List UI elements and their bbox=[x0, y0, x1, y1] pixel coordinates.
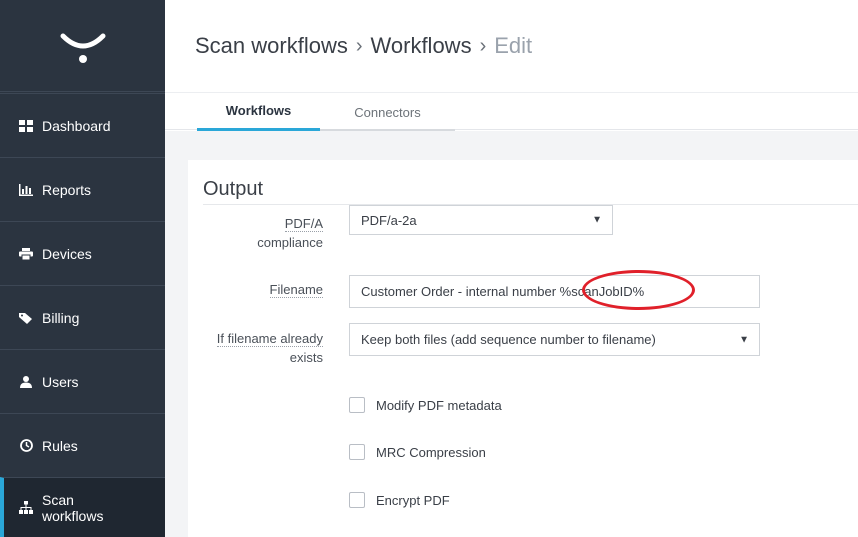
sidebar-item-label-line2: workflows bbox=[42, 507, 104, 524]
clock-icon bbox=[18, 438, 34, 454]
exists-label-line2: exists bbox=[289, 350, 323, 365]
checkbox-label: Encrypt PDF bbox=[376, 492, 450, 508]
tab-workflows[interactable]: Workflows bbox=[197, 93, 320, 131]
pdfa-label-line2: compliance bbox=[257, 235, 323, 250]
pdfa-label: PDF/A compliance bbox=[210, 214, 323, 252]
section-title: Output bbox=[203, 178, 264, 200]
checkbox-label: MRC Compression bbox=[376, 444, 486, 460]
sidebar-item-devices[interactable]: Devices bbox=[0, 221, 165, 285]
caret-down-icon: ▼ bbox=[739, 334, 749, 345]
sidebar-item-label: Devices bbox=[42, 245, 92, 262]
breadcrumb-separator: › bbox=[479, 34, 487, 57]
mrc-compression-checkbox[interactable] bbox=[349, 444, 365, 460]
modify-metadata-option[interactable]: Modify PDF metadata bbox=[349, 397, 502, 413]
breadcrumb: Scan workflows › Workflows › Edit bbox=[165, 0, 858, 92]
breadcrumb-separator: › bbox=[355, 34, 363, 57]
checkbox-label: Modify PDF metadata bbox=[376, 397, 502, 413]
user-icon bbox=[18, 374, 34, 390]
filename-label-text: Filename bbox=[269, 282, 323, 298]
breadcrumb-scan-workflows[interactable]: Scan workflows bbox=[195, 33, 348, 59]
exists-select-value: Keep both files (add sequence number to … bbox=[361, 332, 656, 347]
tab-connectors[interactable]: Connectors bbox=[320, 93, 455, 131]
breadcrumb-edit: Edit bbox=[494, 33, 533, 58]
sidebar-item-label: Reports bbox=[42, 181, 92, 198]
sidebar-item-label-line1: Scan bbox=[42, 491, 74, 508]
bar-chart-icon bbox=[18, 182, 34, 198]
logo[interactable] bbox=[0, 0, 165, 92]
filename-label: Filename bbox=[210, 280, 323, 299]
sidebar-item-rules[interactable]: Rules bbox=[0, 413, 165, 477]
tag-icon bbox=[18, 310, 34, 326]
tab-bar: Workflows Connectors bbox=[165, 92, 858, 131]
breadcrumb-workflows[interactable]: Workflows bbox=[371, 33, 472, 59]
sidebar-item-reports[interactable]: Reports bbox=[0, 157, 165, 221]
filename-input[interactable]: Customer Order - internal number %scanJo… bbox=[349, 275, 760, 308]
sidebar-item-label: Scan workflows bbox=[42, 492, 103, 524]
logo-icon bbox=[60, 33, 105, 63]
printer-icon bbox=[18, 246, 34, 262]
sidebar-item-dashboard[interactable]: Dashboard bbox=[0, 93, 165, 157]
caret-down-icon: ▼ bbox=[592, 214, 602, 226]
mrc-compression-option[interactable]: MRC Compression bbox=[349, 444, 486, 460]
dashboard-icon bbox=[18, 118, 34, 134]
sitemap-icon bbox=[18, 500, 34, 516]
sidebar-item-users[interactable]: Users bbox=[0, 349, 165, 413]
encrypt-pdf-option[interactable]: Encrypt PDF bbox=[349, 492, 450, 508]
modify-metadata-checkbox[interactable] bbox=[349, 397, 365, 413]
exists-label: If filename already exists bbox=[195, 329, 323, 367]
sidebar-item-scan-workflows[interactable]: Scan workflows bbox=[0, 477, 165, 537]
exists-label-line1: If filename already bbox=[216, 331, 323, 347]
pdfa-label-line1: PDF/A bbox=[284, 216, 323, 232]
encrypt-pdf-checkbox[interactable] bbox=[349, 492, 365, 508]
sidebar-item-label: Rules bbox=[42, 437, 78, 454]
sidebar-item-label: Users bbox=[42, 373, 79, 390]
sidebar-item-label: Dashboard bbox=[42, 117, 111, 134]
sidebar-item-billing[interactable]: Billing bbox=[0, 285, 165, 349]
filename-input-value: Customer Order - internal number %scanJo… bbox=[361, 284, 645, 299]
pdfa-select[interactable]: PDF/a-2a ▼ bbox=[349, 205, 613, 235]
exists-select[interactable]: Keep both files (add sequence number to … bbox=[349, 323, 760, 356]
pdfa-select-value: PDF/a-2a bbox=[361, 212, 417, 228]
sidebar-item-label: Billing bbox=[42, 309, 80, 326]
